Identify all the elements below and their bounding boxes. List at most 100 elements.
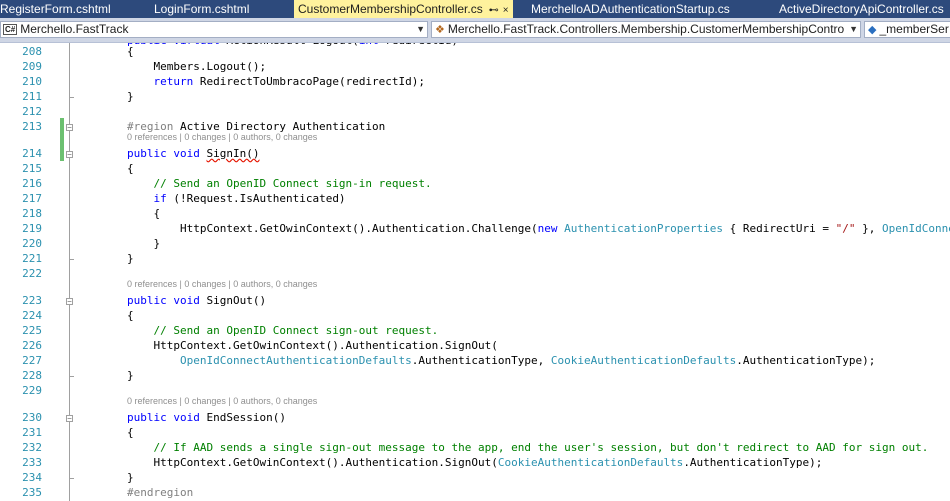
line-number: 216 [22,177,42,190]
code-token: if [153,192,167,205]
line-number: 209 [22,60,42,73]
code-token: { RedirectUri = [723,222,836,235]
code-text: // Send an OpenID Connect sign-in reques… [127,177,432,190]
line-number: 231 [22,426,42,439]
code-text: // Send an OpenID Connect sign-out reque… [127,324,439,337]
type-name: Merchello.FastTrack.Controllers.Membersh… [447,22,845,36]
code-text: } [127,90,134,103]
code-token: #endregion [127,486,194,499]
code-token: { [127,207,161,220]
code-token: EndSession() [199,411,286,424]
code-token: void [173,411,200,424]
code-token: RedirectToUmbracoPage(redirectId); [193,75,426,88]
outline-guide [69,43,70,501]
code-token: // Send an OpenID Connect sign-in reques… [153,177,432,190]
code-text: if (!Request.IsAuthenticated) [127,192,346,205]
codelens-info[interactable]: 0 references | 0 changes | 0 authors, 0 … [127,132,317,142]
code-token: .AuthenticationType); [683,456,823,469]
line-number: 213 [22,120,42,133]
change-indicator [60,133,64,161]
project-dropdown[interactable]: C# Merchello.FastTrack ▼ [0,21,428,38]
code-token: public [127,147,167,160]
line-number: 224 [22,309,42,322]
code-token: OpenIdConnectAuthenticationDefaults [179,354,412,367]
code-token: { [127,309,134,322]
codelens-info[interactable]: 0 references | 0 changes | 0 authors, 0 … [127,279,317,289]
line-number: 222 [22,267,42,280]
code-token: CookieAuthenticationDefaults [550,354,737,367]
code-token: new [537,222,558,235]
line-number: 232 [22,441,42,454]
class-icon: ❖ [435,24,445,36]
line-number: 228 [22,369,42,382]
code-token: { [127,45,134,58]
line-number: 234 [22,471,42,484]
code-text: { [127,45,134,58]
code-token: // Send an OpenID Connect sign-out reque… [153,324,439,337]
line-number: 230 [22,411,42,424]
tab-label: MerchelloADAuthenticationStartup.cs [531,2,730,16]
code-text: HttpContext.GetOwinContext().Authenticat… [127,339,497,352]
outline-end-tick [69,478,74,479]
project-name: Merchello.FastTrack [20,22,129,36]
line-number: 235 [22,486,42,499]
code-text: HttpContext.GetOwinContext().Authenticat… [127,456,822,469]
tab-customer-membership-controller[interactable]: CustomerMembershipController.cs ⊷ × [294,0,513,18]
collapse-toggle-icon[interactable]: − [66,298,73,306]
code-editor[interactable]: public virtual ActionResult Logout(int r… [0,43,950,501]
code-token: { [127,162,134,175]
tab-active-directory-api-controller[interactable]: ActiveDirectoryApiController.cs [779,0,944,18]
code-token: SignOut() [199,294,267,307]
code-text: { [127,309,134,322]
navigation-bar: C# Merchello.FastTrack ▼ ❖ Merchello.FastT… [0,18,950,43]
code-token: OpenIdConnectAuthenticationDefaults [882,222,950,235]
line-number: 211 [22,90,42,103]
chevron-down-icon: ▼ [849,24,858,34]
code-text: public void EndSession() [127,411,286,424]
tab-label: CustomerMembershipController.cs [298,2,483,16]
code-text: } [127,237,160,250]
line-number: 218 [22,207,42,220]
code-token: }, [855,222,883,235]
line-number: 219 [22,222,42,235]
code-token: AuthenticationProperties [564,222,724,235]
code-token: public [127,294,167,307]
tab-merchello-ad-authentication-startup[interactable]: MerchelloADAuthenticationStartup.cs [531,0,730,18]
chevron-down-icon: ▼ [416,24,425,34]
line-number: 210 [22,75,42,88]
line-number: 208 [22,45,42,58]
code-token: } [127,471,134,484]
line-number: 226 [22,339,42,352]
tab-login-form[interactable]: LoginForm.cshtml [154,0,249,18]
code-token: } [127,237,161,250]
code-token: return [153,75,194,88]
code-token: public [127,411,167,424]
pin-icon[interactable]: ⊷ [489,5,499,16]
code-text: { [127,162,134,175]
line-number: 217 [22,192,42,205]
collapse-toggle-icon[interactable]: − [66,124,73,132]
code-token: { [127,426,134,439]
line-number: 227 [22,354,42,367]
collapse-toggle-icon[interactable]: − [66,415,73,423]
change-indicator [60,118,64,133]
collapse-toggle-icon[interactable]: − [66,151,73,159]
tab-register-form[interactable]: RegisterForm.cshtml [0,0,111,18]
type-dropdown[interactable]: ❖ Merchello.FastTrack.Controllers.Members… [431,21,861,38]
codelens-info[interactable]: 0 references | 0 changes | 0 authors, 0 … [127,396,317,406]
tab-label: ActiveDirectoryApiController.cs [779,2,944,16]
member-dropdown[interactable]: ◆ _memberSer [864,21,950,38]
close-icon[interactable]: × [503,5,509,16]
line-number: 220 [22,237,42,250]
line-number: 215 [22,162,42,175]
code-text: { [127,207,160,220]
code-token: } [127,252,134,265]
code-text: } [127,471,134,484]
code-text: OpenIdConnectAuthenticationDefaults.Auth… [127,354,875,367]
